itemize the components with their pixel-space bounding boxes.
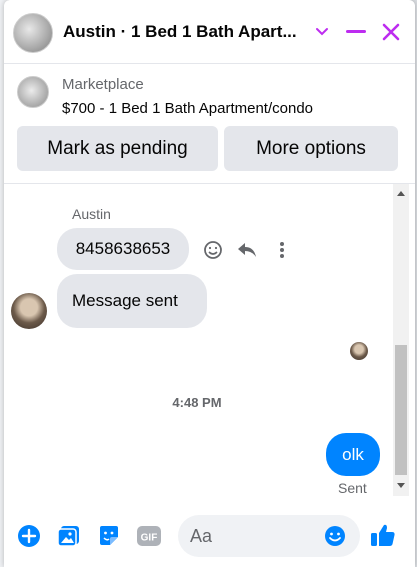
chat-title[interactable]: Austin · 1 Bed 1 Bath Apart... (63, 22, 311, 42)
timestamp: 4:48 PM (172, 395, 222, 410)
composer: GIF (4, 500, 415, 567)
minimize-icon[interactable] (344, 20, 368, 44)
scroll-down-arrow[interactable] (397, 483, 405, 488)
message-status: Sent (338, 480, 367, 496)
listing-title[interactable]: $700 - 1 Bed 1 Bath Apartment/condo (62, 100, 313, 117)
emoji-icon[interactable] (322, 523, 348, 549)
message-bubble[interactable]: Message sent (57, 274, 207, 328)
more-icon[interactable] (270, 238, 294, 262)
scroll-up-arrow[interactable] (397, 191, 405, 196)
own-message-bubble[interactable]: olk (326, 433, 380, 476)
more-options-button[interactable]: More options (224, 126, 398, 171)
plus-icon[interactable] (16, 523, 42, 549)
close-icon[interactable] (379, 20, 403, 44)
sticker-icon[interactable] (96, 523, 122, 549)
marketplace-listing: Marketplace $700 - 1 Bed 1 Bath Apartmen… (4, 64, 415, 184)
avatar[interactable] (11, 293, 47, 329)
listing-thumbnail[interactable] (17, 76, 49, 108)
svg-text:GIF: GIF (141, 533, 158, 544)
sender-name: Austin (72, 206, 111, 222)
gif-icon[interactable]: GIF (136, 523, 162, 549)
reply-icon[interactable] (235, 238, 259, 262)
mark-as-pending-button[interactable]: Mark as pending (17, 126, 218, 171)
message-list: Austin 8458638653 Message sent 4:48 PM o… (4, 184, 415, 496)
emoji-icon[interactable] (201, 238, 225, 262)
scroll-thumb[interactable] (395, 345, 407, 475)
chat-header: Austin · 1 Bed 1 Bath Apart... (4, 0, 415, 64)
listing-source: Marketplace (62, 76, 144, 93)
seen-avatar (350, 342, 368, 360)
chevron-down-icon[interactable] (310, 20, 334, 44)
message-bubble[interactable]: 8458638653 (57, 228, 189, 270)
scrollbar[interactable] (393, 184, 409, 496)
like-icon[interactable] (370, 522, 396, 548)
avatar[interactable] (13, 13, 53, 53)
image-icon[interactable] (56, 523, 82, 549)
chat-window: Austin · 1 Bed 1 Bath Apart... Marketpla… (4, 0, 415, 567)
